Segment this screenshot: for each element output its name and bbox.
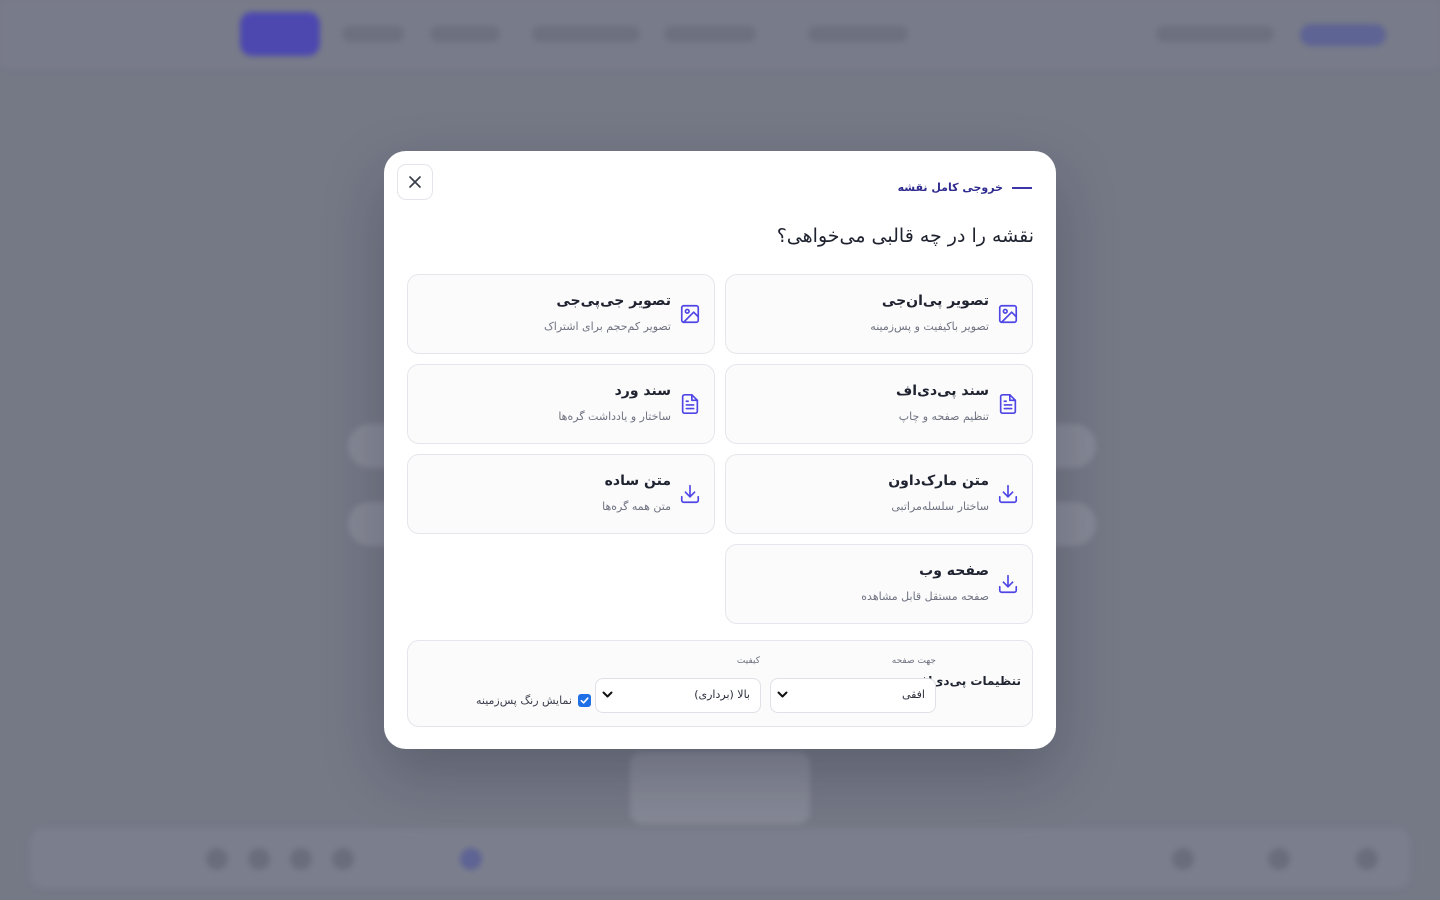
option-subtitle: صفحه مستقل قابل مشاهده xyxy=(861,590,989,603)
eyebrow-line xyxy=(1012,186,1032,189)
quality-label: کیفیت xyxy=(736,656,760,666)
document-icon xyxy=(999,394,1017,414)
close-icon xyxy=(409,176,421,188)
image-icon xyxy=(998,304,1018,324)
orientation-select[interactable]: افقی xyxy=(770,678,936,713)
background-color-checkbox[interactable] xyxy=(577,694,591,707)
export-option-markdown[interactable]: متن مارک‌داون ساختار سلسله‌مراتبی xyxy=(725,454,1033,534)
option-subtitle: متن همه گره‌ها xyxy=(602,500,671,513)
pdf-settings-panel: تنظیمات پی‌دی‌اف جهت صفحه افقی کیفیت بال… xyxy=(407,640,1033,727)
option-subtitle: ساختار سلسله‌مراتبی xyxy=(891,500,989,513)
export-option-jpg[interactable]: تصویر جی‌پی‌جی تصویر کم‌حجم برای اشتراک xyxy=(407,274,715,354)
download-icon xyxy=(998,574,1018,594)
close-button[interactable] xyxy=(397,164,433,200)
option-subtitle: تصویر باکیفیت و پس‌زمینه xyxy=(870,320,989,333)
option-title: سند ورد xyxy=(614,383,671,399)
dialog-title: نقشه را در چه قالبی می‌خواهی؟ xyxy=(776,225,1034,247)
export-option-html[interactable]: صفحه وب صفحه مستقل قابل مشاهده xyxy=(725,544,1033,624)
export-option-png[interactable]: تصویر پی‌ان‌جی تصویر باکیفیت و پس‌زمینه xyxy=(725,274,1033,354)
export-option-word[interactable]: سند ورد ساختار و یادداشت گره‌ها xyxy=(407,364,715,444)
dialog-eyebrow: خروجی کامل نقشه xyxy=(898,181,1032,194)
download-icon xyxy=(680,484,700,504)
background-color-label: نمایش رنگ پس‌زمینه xyxy=(476,694,572,707)
export-option-pdf[interactable]: سند پی‌دی‌اف تنظیم صفحه و چاپ xyxy=(725,364,1033,444)
option-title: متن مارک‌داون xyxy=(888,473,989,489)
orientation-label: جهت صفحه xyxy=(891,656,936,666)
check-icon xyxy=(580,697,589,704)
document-icon xyxy=(681,394,699,414)
chevron-down-icon xyxy=(602,691,613,698)
option-title: صفحه وب xyxy=(919,563,989,579)
chevron-down-icon xyxy=(777,691,788,698)
export-dialog: خروجی کامل نقشه نقشه را در چه قالبی می‌خ… xyxy=(384,151,1056,749)
option-title: متن ساده xyxy=(604,473,671,489)
option-subtitle: تصویر کم‌حجم برای اشتراک xyxy=(543,320,671,333)
image-icon xyxy=(680,304,700,324)
quality-select[interactable]: بالا (برداری) xyxy=(595,678,761,713)
option-title: تصویر جی‌پی‌جی xyxy=(556,293,671,309)
quality-value: بالا (برداری) xyxy=(694,688,750,701)
option-subtitle: تنظیم صفحه و چاپ xyxy=(898,410,989,423)
option-title: سند پی‌دی‌اف xyxy=(896,383,989,399)
download-icon xyxy=(998,484,1018,504)
eyebrow-label: خروجی کامل نقشه xyxy=(897,181,1003,194)
option-subtitle: ساختار و یادداشت گره‌ها xyxy=(558,410,671,423)
background-color-toggle[interactable]: نمایش رنگ پس‌زمینه xyxy=(476,694,591,707)
export-option-text[interactable]: متن ساده متن همه گره‌ها xyxy=(407,454,715,534)
orientation-value: افقی xyxy=(901,688,925,701)
option-title: تصویر پی‌ان‌جی xyxy=(881,293,989,309)
